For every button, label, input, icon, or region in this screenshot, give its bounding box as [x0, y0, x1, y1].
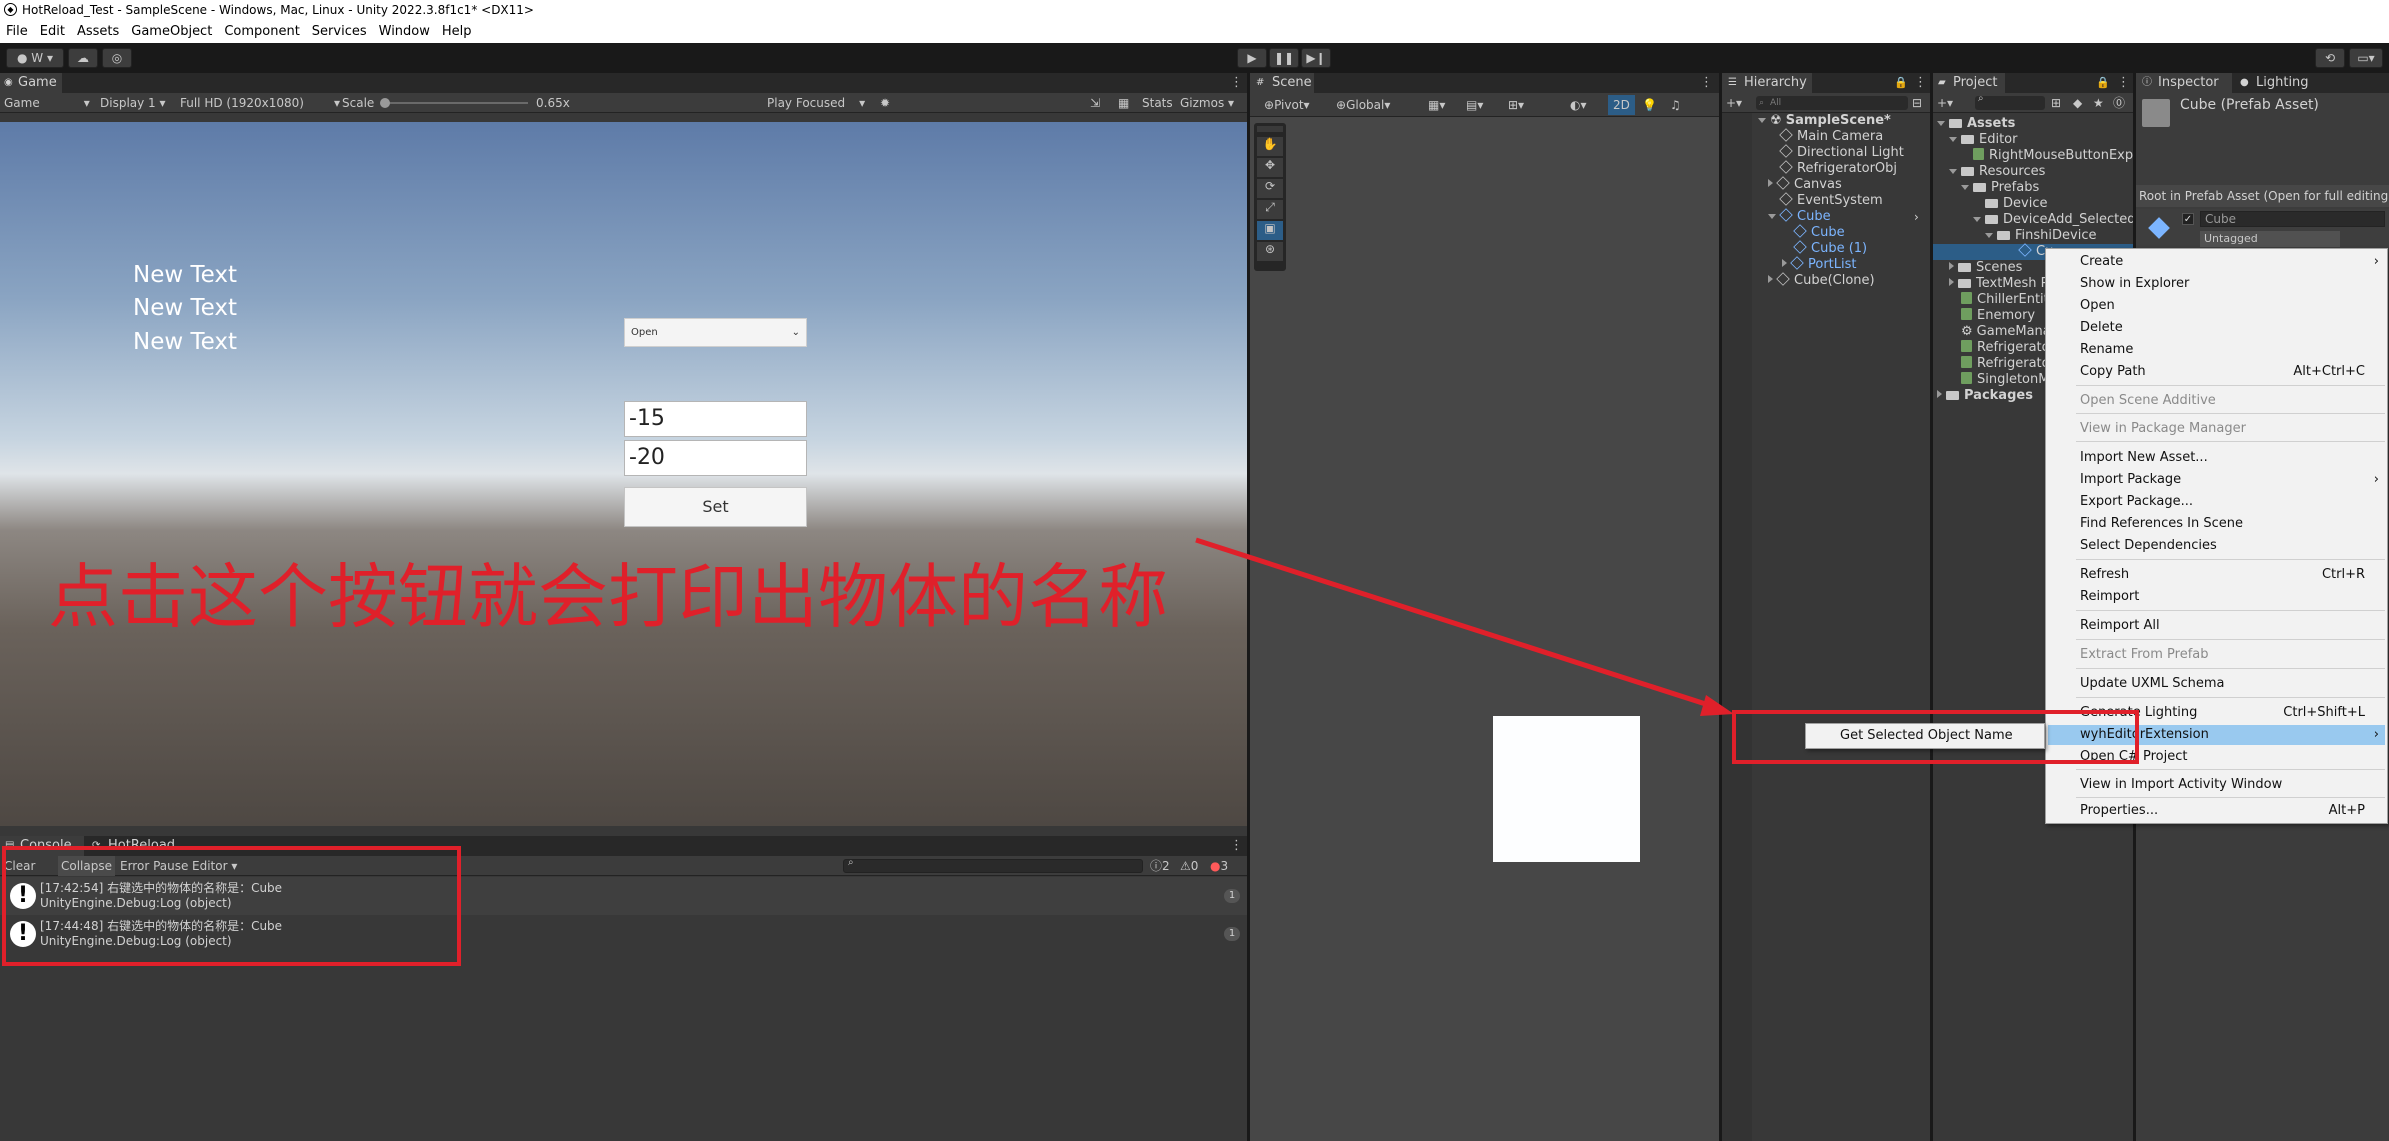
arrow-line	[1195, 537, 1719, 711]
annotation-arrow	[1195, 537, 1734, 716]
arrow-head	[1700, 695, 1734, 716]
